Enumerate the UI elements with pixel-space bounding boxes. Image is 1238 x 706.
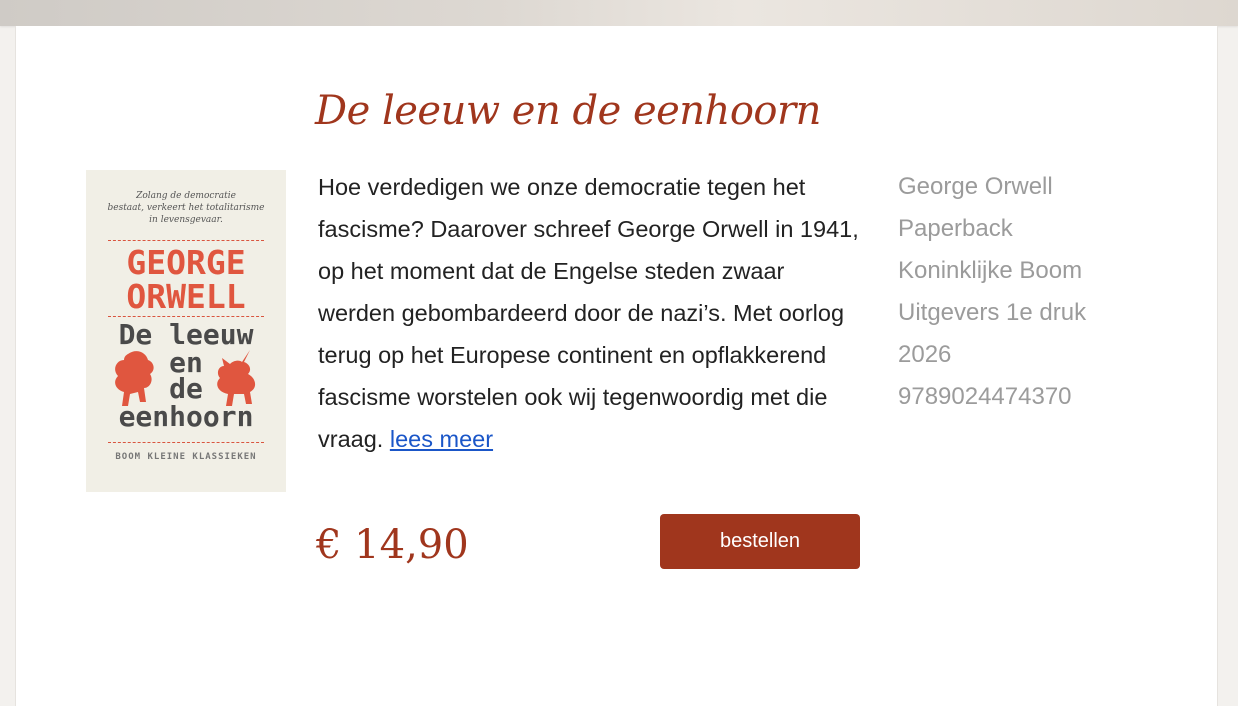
cover-author-line: GEORGE [126,243,246,282]
book-cover-image[interactable]: Zolang de democratie bestaat, verkeert h… [86,170,286,492]
unicorn-icon [217,350,256,406]
book-description: Hoe verdedigen we onze democratie tegen … [318,174,859,452]
book-price: € 14,90 [316,522,469,568]
meta-isbn: 9789024474370 [898,383,1072,410]
book-metadata: George Orwell Paperback Koninklijke Boom… [898,166,1128,418]
meta-publisher: Koninklijke Boom Uitgevers 1e druk 2026 [898,257,1087,368]
read-more-link[interactable]: lees meer [390,426,493,452]
cover-author-line: ORWELL [126,277,246,316]
cover-rule [108,240,264,241]
meta-author: George Orwell [898,173,1053,200]
lion-icon [115,351,154,406]
cover-rule [108,316,264,317]
book-title: De leeuw en de eenhoorn [315,88,821,134]
cover-tagline: Zolang de democratie bestaat, verkeert h… [107,191,265,225]
cover-rule [108,442,264,443]
order-button[interactable]: bestellen [660,514,860,569]
meta-format: Paperback [898,215,1013,242]
cover-series-label: BOOM KLEINE KLASSIEKEN [115,452,257,462]
browser-top-band [0,0,1238,26]
